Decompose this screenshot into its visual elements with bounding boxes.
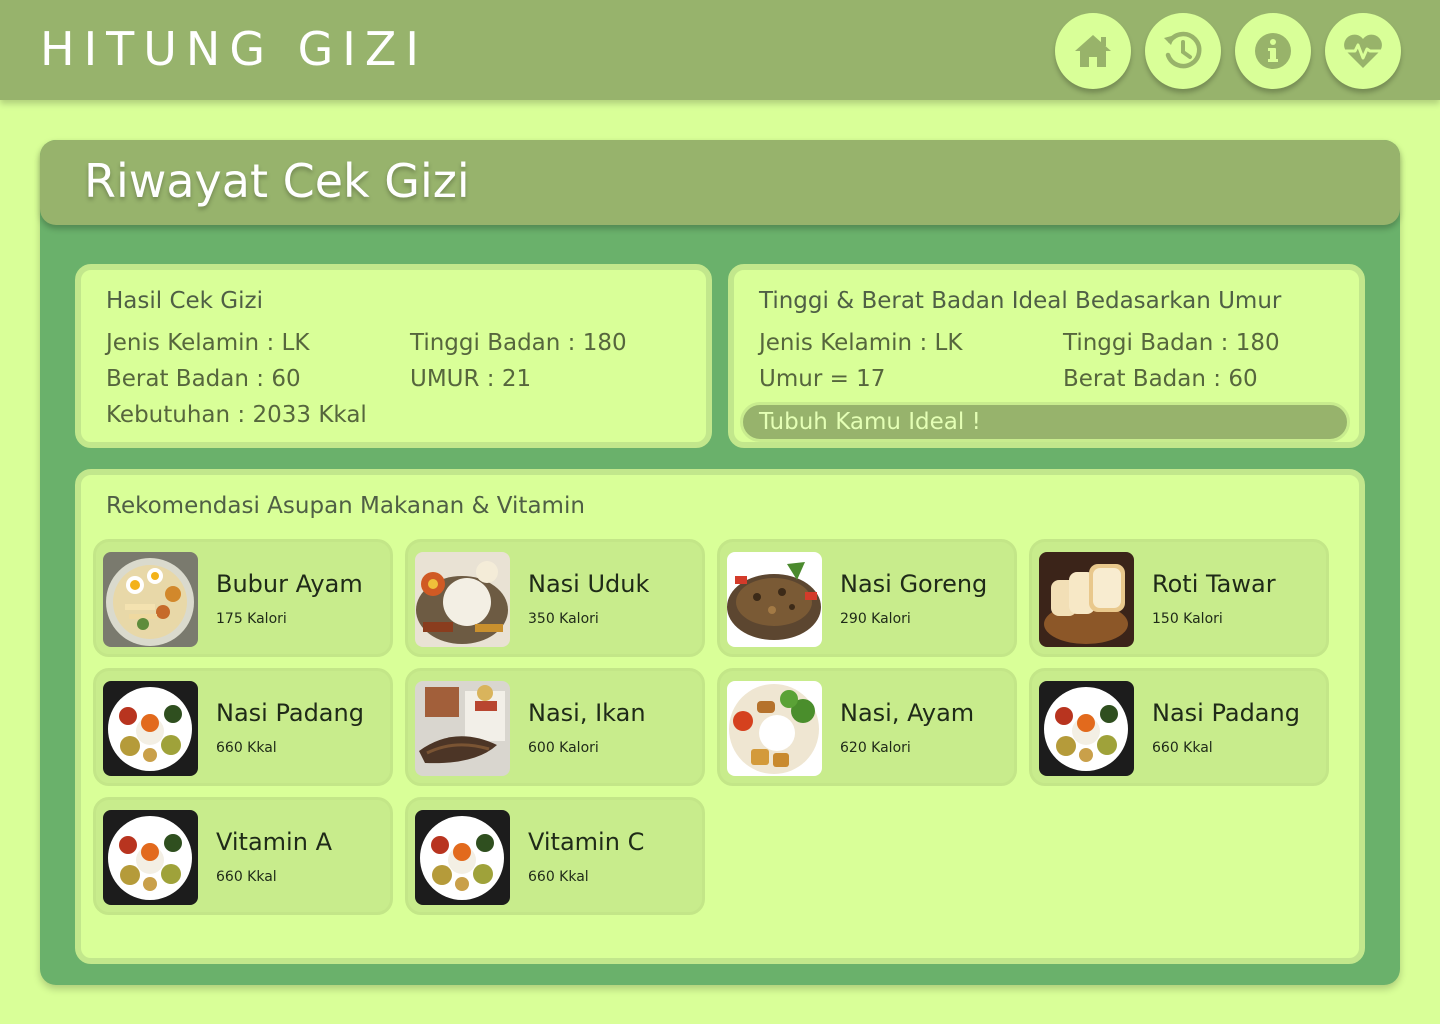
nasi-ikan-photo xyxy=(415,681,510,776)
weight-value: Berat Badan : 60 xyxy=(106,366,301,392)
ideal-card: Tinggi & Berat Badan Ideal Bedasarkan Um… xyxy=(728,264,1365,448)
result-card: Hasil Cek Gizi Jenis Kelamin : LK Tinggi… xyxy=(75,264,712,448)
food-calories: 350 Kalori xyxy=(528,611,599,627)
ideal-status-text: Tubuh Kamu Ideal ! xyxy=(759,409,981,435)
history-panel: Riwayat Cek Gizi Hasil Cek Gizi Jenis Ke… xyxy=(40,140,1400,985)
calorie-need-value: Kebutuhan : 2033 Kkal xyxy=(106,402,367,428)
panel-header: Riwayat Cek Gizi xyxy=(40,140,1400,225)
food-item[interactable]: Roti Tawar 150 Kalori xyxy=(1029,539,1329,657)
top-bar: HITUNG GIZI xyxy=(0,0,1440,100)
food-item[interactable]: Nasi Padang 660 Kkal xyxy=(93,668,393,786)
info-button[interactable] xyxy=(1235,13,1311,89)
food-item[interactable]: Nasi, Ayam 620 Kalori xyxy=(717,668,1017,786)
food-calories: 660 Kkal xyxy=(1152,740,1213,756)
home-button[interactable] xyxy=(1055,13,1131,89)
food-name: Roti Tawar xyxy=(1152,570,1276,598)
food-calories: 150 Kalori xyxy=(1152,611,1223,627)
food-name: Nasi, Ayam xyxy=(840,699,975,727)
ideal-age-value: Umur = 17 xyxy=(759,366,886,392)
nasi-padang-photo xyxy=(415,810,510,905)
food-calories: 620 Kalori xyxy=(840,740,911,756)
result-card-title: Hasil Cek Gizi xyxy=(106,288,263,314)
food-calories: 660 Kkal xyxy=(528,869,589,885)
food-name: Vitamin C xyxy=(528,828,645,856)
recommendation-title: Rekomendasi Asupan Makanan & Vitamin xyxy=(106,493,585,519)
food-item[interactable]: Nasi, Ikan 600 Kalori xyxy=(405,668,705,786)
food-name: Nasi Goreng xyxy=(840,570,988,598)
food-item[interactable]: Vitamin C 660 Kkal xyxy=(405,797,705,915)
food-name: Nasi Uduk xyxy=(528,570,650,598)
food-name: Vitamin A xyxy=(216,828,332,856)
food-name: Nasi, Ikan xyxy=(528,699,646,727)
home-icon xyxy=(1075,35,1111,67)
age-value: UMUR : 21 xyxy=(410,366,532,392)
food-item[interactable]: Nasi Padang 660 Kkal xyxy=(1029,668,1329,786)
history-button[interactable] xyxy=(1145,13,1221,89)
nasi-padang-photo xyxy=(103,681,198,776)
food-name: Nasi Padang xyxy=(216,699,364,727)
nasi-padang-photo xyxy=(103,810,198,905)
food-name: Nasi Padang xyxy=(1152,699,1300,727)
ideal-card-title: Tinggi & Berat Badan Ideal Bedasarkan Um… xyxy=(759,288,1282,314)
recommendation-card: Rekomendasi Asupan Makanan & Vitamin Bub… xyxy=(75,469,1365,964)
nasi-ayam-photo xyxy=(727,681,822,776)
ideal-gender-value: Jenis Kelamin : LK xyxy=(759,330,963,356)
food-item[interactable]: Nasi Uduk 350 Kalori xyxy=(405,539,705,657)
gender-value: Jenis Kelamin : LK xyxy=(106,330,310,356)
food-name: Bubur Ayam xyxy=(216,570,363,598)
heart-pulse-icon xyxy=(1343,34,1383,68)
ideal-status-badge: Tubuh Kamu Ideal ! xyxy=(740,402,1350,442)
food-calories: 600 Kalori xyxy=(528,740,599,756)
height-value: Tinggi Badan : 180 xyxy=(410,330,627,356)
roti-tawar-photo xyxy=(1039,552,1134,647)
health-button[interactable] xyxy=(1325,13,1401,89)
food-calories: 660 Kkal xyxy=(216,869,277,885)
ideal-height-value: Tinggi Badan : 180 xyxy=(1063,330,1280,356)
food-calories: 175 Kalori xyxy=(216,611,287,627)
food-calories: 290 Kalori xyxy=(840,611,911,627)
ideal-weight-value: Berat Badan : 60 xyxy=(1063,366,1258,392)
food-item[interactable]: Bubur Ayam 175 Kalori xyxy=(93,539,393,657)
page-title: Riwayat Cek Gizi xyxy=(84,154,470,208)
food-calories: 660 Kkal xyxy=(216,740,277,756)
food-item[interactable]: Nasi Goreng 290 Kalori xyxy=(717,539,1017,657)
nasi-uduk-photo xyxy=(415,552,510,647)
nasi-padang-photo xyxy=(1039,681,1134,776)
nasi-goreng-photo xyxy=(727,552,822,647)
bubur-ayam-photo xyxy=(103,552,198,647)
food-item[interactable]: Vitamin A 660 Kkal xyxy=(93,797,393,915)
app-title: HITUNG GIZI xyxy=(40,22,428,76)
info-icon xyxy=(1255,33,1291,69)
history-icon xyxy=(1164,31,1202,69)
